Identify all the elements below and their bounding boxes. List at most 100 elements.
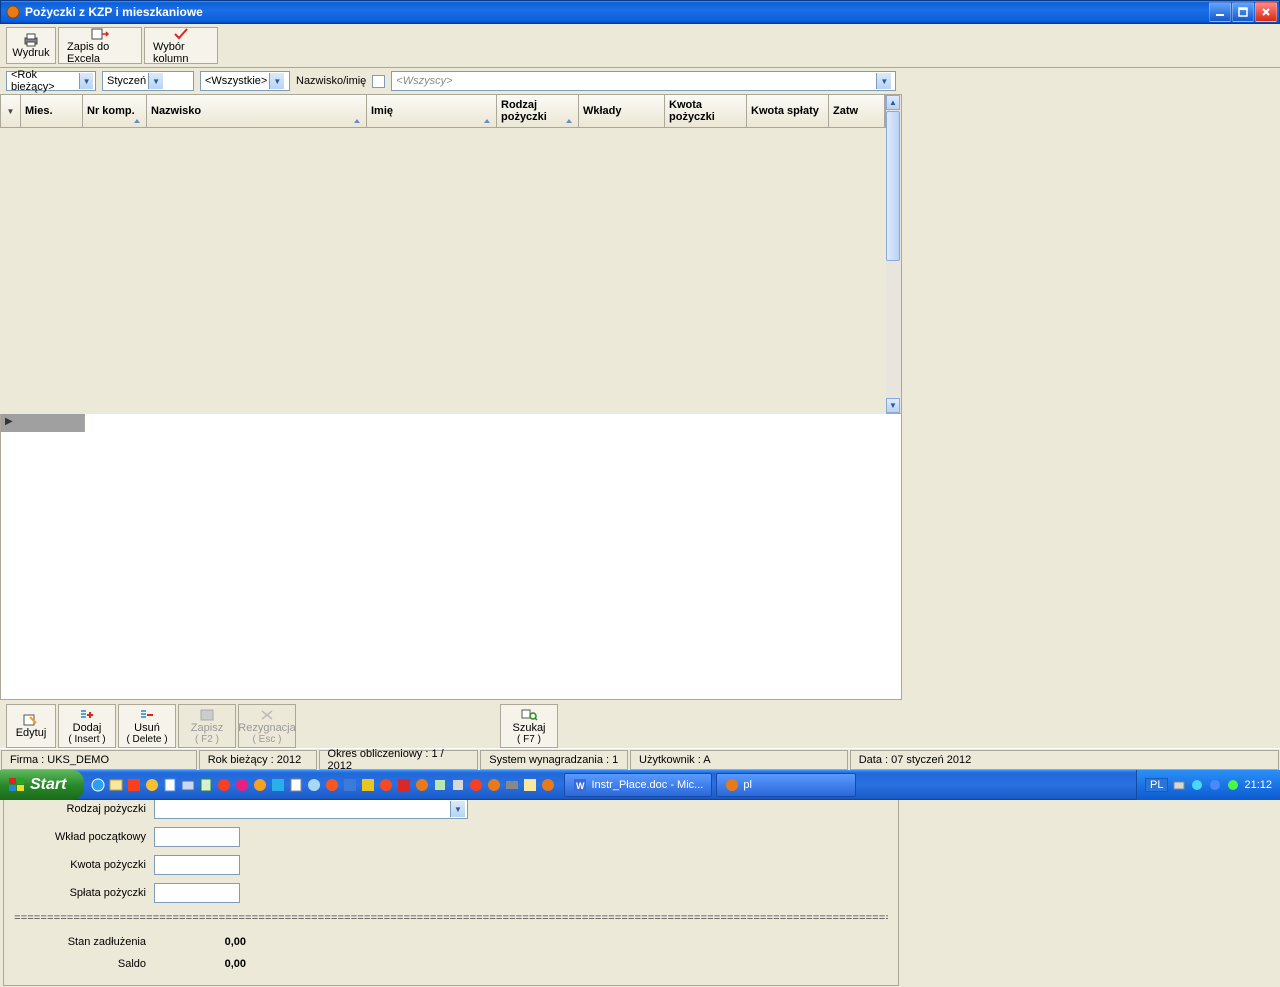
name-filter-checkbox[interactable]	[372, 75, 385, 88]
window-titlebar: Pożyczki z KZP i mieszkaniowe	[0, 0, 1280, 24]
year-dropdown[interactable]: <Rok bieżący>▼	[6, 71, 96, 91]
column-nazwisko[interactable]: Nazwisko	[147, 95, 367, 127]
statusbar: Firma : UKS_DEMO Rok bieżący : 2012 Okre…	[0, 748, 1280, 770]
ql-icon[interactable]	[324, 777, 340, 793]
scroll-up-icon[interactable]: ▲	[886, 95, 900, 110]
ql-icon[interactable]	[216, 777, 232, 793]
add-icon	[78, 708, 96, 722]
ql-icon[interactable]	[540, 777, 556, 793]
divider: ========================================…	[14, 913, 888, 925]
tray-icon[interactable]	[1172, 778, 1186, 792]
cancel-icon	[258, 708, 276, 722]
ql-icon[interactable]	[504, 777, 520, 793]
scroll-down-icon[interactable]: ▼	[886, 398, 900, 413]
windows-logo-icon	[8, 777, 26, 793]
grid-current-row[interactable]	[1, 414, 85, 432]
saldo-label: Saldo	[14, 958, 154, 970]
tray-icon[interactable]	[1208, 778, 1222, 792]
status-data: Data : 07 styczeń 2012	[850, 750, 1279, 770]
filter-bar: <Rok bieżący>▼ Styczeń▼ <Wszystkie>▼ Naz…	[0, 68, 1280, 94]
grid-scrollbar[interactable]: ▲ ▼	[886, 94, 902, 414]
scroll-thumb[interactable]	[886, 111, 900, 261]
ql-icon[interactable]	[360, 777, 376, 793]
ql-icon[interactable]	[180, 777, 196, 793]
ql-icon[interactable]	[126, 777, 142, 793]
all-dropdown[interactable]: <Wszystkie>▼	[200, 71, 290, 91]
name-filter-label: Nazwisko/imię	[296, 75, 366, 87]
close-button[interactable]	[1255, 2, 1277, 22]
ql-icon[interactable]	[90, 777, 106, 793]
chevron-down-icon: ▼	[876, 73, 891, 89]
ql-icon[interactable]	[306, 777, 322, 793]
employee-search-dropdown[interactable]: <Wszyscy> ▼	[391, 71, 896, 91]
ql-icon[interactable]	[342, 777, 358, 793]
column-rodzaj[interactable]: Rodzaj pożyczki	[497, 95, 579, 127]
column-imie[interactable]: Imię	[367, 95, 497, 127]
ql-icon[interactable]	[486, 777, 502, 793]
splata-label: Spłata pożyczki	[14, 887, 154, 899]
delete-button[interactable]: Usuń ( Delete )	[118, 704, 176, 748]
column-kwota-pozyczki[interactable]: Kwota pożyczki	[665, 95, 747, 127]
ql-icon[interactable]	[414, 777, 430, 793]
ql-icon[interactable]	[450, 777, 466, 793]
window-title: Pożyczki z KZP i mieszkaniowe	[25, 5, 203, 19]
ql-icon[interactable]	[396, 777, 412, 793]
status-rok: Rok bieżący : 2012	[199, 750, 317, 770]
column-nr-komp[interactable]: Nr komp.	[83, 95, 147, 127]
splata-input[interactable]	[154, 883, 240, 903]
ql-icon[interactable]	[522, 777, 538, 793]
top-toolbar: Wydruk Zapis do Excela Wybór kolumn	[0, 24, 1280, 68]
tray-icon[interactable]	[1226, 778, 1240, 792]
edit-button[interactable]: Edytuj	[6, 704, 56, 748]
clock[interactable]: 21:12	[1244, 779, 1272, 791]
month-dropdown[interactable]: Styczeń▼	[102, 71, 194, 91]
language-indicator[interactable]: PL	[1145, 778, 1168, 792]
rodzaj-label: Rodzaj pożyczki	[14, 803, 154, 815]
column-kwota-splaty[interactable]: Kwota spłaty	[747, 95, 829, 127]
add-button[interactable]: Dodaj ( Insert )	[58, 704, 116, 748]
stan-value: 0,00	[154, 936, 254, 948]
print-button[interactable]: Wydruk	[6, 27, 56, 64]
column-wklady[interactable]: Wkłady	[579, 95, 665, 127]
ql-icon[interactable]	[288, 777, 304, 793]
taskbar-item-app[interactable]: pl	[716, 773, 856, 797]
ql-icon[interactable]	[162, 777, 178, 793]
column-zatw[interactable]: Zatw	[829, 95, 885, 127]
word-icon: W	[573, 778, 587, 792]
column-mies[interactable]: Mies.	[21, 95, 83, 127]
column-select-button[interactable]: Wybór kolumn	[144, 27, 218, 64]
system-tray: PL 21:12	[1136, 770, 1280, 800]
search-button[interactable]: Szukaj ( F7 )	[500, 704, 558, 748]
status-user: Użytkownik : A	[630, 750, 848, 770]
ql-icon[interactable]	[108, 777, 124, 793]
wklad-input[interactable]	[154, 827, 240, 847]
save-button: Zapisz ( F2 )	[178, 704, 236, 748]
taskbar: Start W Instr_Płace.doc - Mic... pl	[0, 770, 1280, 800]
ql-icon[interactable]	[252, 777, 268, 793]
ql-icon[interactable]	[432, 777, 448, 793]
export-excel-button[interactable]: Zapis do Excela	[58, 27, 142, 64]
column-filter[interactable]: ▼	[1, 95, 21, 127]
rodzaj-dropdown[interactable]: ▼	[154, 799, 468, 819]
saldo-value: 0,00	[154, 958, 254, 970]
ql-icon[interactable]	[234, 777, 250, 793]
delete-icon	[138, 708, 156, 722]
kwota-input[interactable]	[154, 855, 240, 875]
save-icon	[198, 708, 216, 722]
ql-icon[interactable]	[378, 777, 394, 793]
ql-icon[interactable]	[468, 777, 484, 793]
kwota-label: Kwota pożyczki	[14, 859, 154, 871]
ql-icon[interactable]	[144, 777, 160, 793]
ql-icon[interactable]	[270, 777, 286, 793]
taskbar-item-word[interactable]: W Instr_Płace.doc - Mic...	[564, 773, 712, 797]
tray-icon[interactable]	[1190, 778, 1204, 792]
maximize-button[interactable]	[1232, 2, 1254, 22]
minimize-button[interactable]	[1209, 2, 1231, 22]
stan-label: Stan zadłużenia	[14, 936, 154, 948]
start-button[interactable]: Start	[0, 770, 84, 800]
sort-icon	[132, 115, 142, 125]
chevron-down-icon: ▼	[450, 801, 465, 817]
ql-icon[interactable]	[198, 777, 214, 793]
status-system: System wynagradzania : 1	[480, 750, 628, 770]
wklad-label: Wkład początkowy	[14, 831, 154, 843]
